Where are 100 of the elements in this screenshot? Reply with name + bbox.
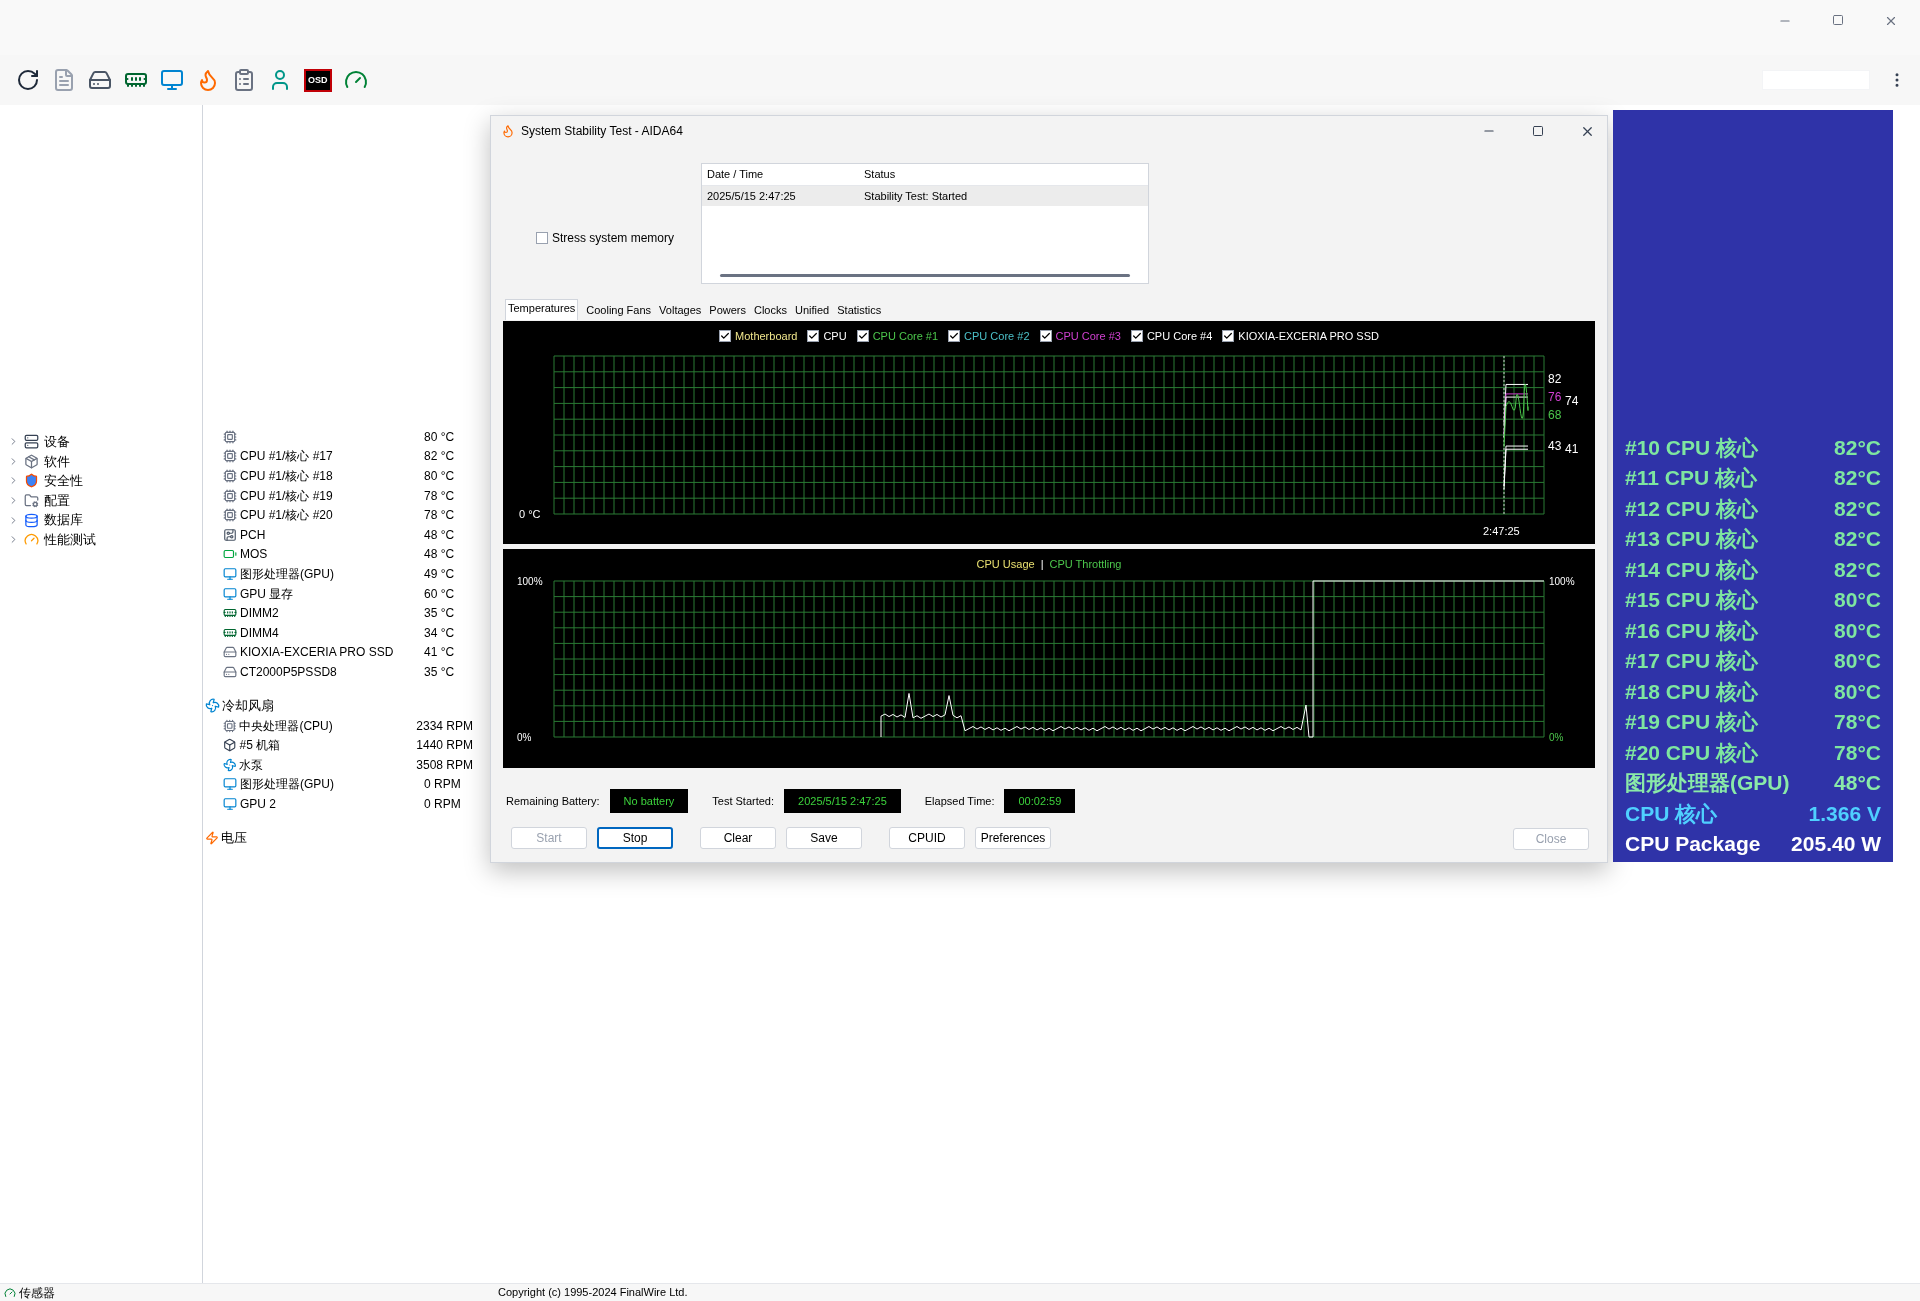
checklist-icon[interactable] (232, 68, 256, 92)
tree-item[interactable]: 性能测试 (8, 529, 202, 550)
table-cell-text: 2025/5/15 2:47:25 (706, 188, 797, 204)
tree-item[interactable]: 设备 (8, 432, 202, 452)
osd-label: #10 CPU 核心 (1625, 434, 1759, 461)
sensor-value: 0 RPM (424, 776, 461, 794)
legend-label: KIOXIA-EXCERIA PRO SSD (1238, 328, 1379, 344)
monitor-icon (223, 566, 237, 581)
osd-value: 82°C (1834, 434, 1881, 461)
sensor-name: DIMM4 (240, 624, 280, 642)
osd-value: 82°C (1834, 526, 1881, 552)
shield-icon (24, 473, 39, 489)
chip-icon (223, 527, 237, 542)
legend-label: CPU (823, 328, 847, 344)
checkbox[interactable] (1130, 330, 1143, 342)
axis-label: 100% (517, 576, 543, 587)
osd-label: #17 CPU 核心 (1625, 648, 1759, 674)
tab[interactable]: Powers (709, 301, 746, 320)
sensor-value: 1440 RPM (416, 737, 473, 755)
maximize-icon[interactable] (1832, 14, 1844, 26)
sensor-name: 中央处理器(CPU) (239, 717, 334, 735)
drive-icon (223, 645, 237, 660)
readout-field: 2025/5/15 2:47:25 (784, 789, 901, 813)
sensor-name: CPU #1/核心 #20 (240, 507, 334, 525)
tab[interactable]: Cooling Fans (586, 301, 652, 320)
dialog-button[interactable]: Stop (597, 827, 673, 849)
osd-label: CPU Package (1625, 831, 1761, 857)
checkbox[interactable] (1222, 330, 1235, 342)
sensor-value: 34 °C (424, 624, 455, 642)
chip-icon (223, 718, 237, 733)
sensor-value: 35 °C (424, 605, 455, 623)
field-label: Remaining Battery: (506, 793, 600, 809)
osd-value: 80°C (1834, 648, 1881, 674)
sensor-name: DIMM2 (240, 605, 280, 623)
dialog-button[interactable]: Save (786, 827, 862, 849)
dialog-button[interactable]: CPUID (889, 827, 965, 849)
time-label: 2:47:25 (1483, 525, 1520, 537)
field-label: Test Started: (712, 793, 775, 809)
osd-value: 1.366 V (1808, 800, 1881, 827)
checkbox[interactable] (719, 330, 732, 342)
sensor-name: 水泵 (239, 756, 265, 774)
tree-item[interactable]: 配置 (8, 490, 202, 511)
sensor-value: 2334 RPM (416, 717, 473, 735)
monitor-icon (223, 777, 237, 792)
chip-icon (223, 488, 237, 503)
tab[interactable]: Voltages (659, 301, 702, 320)
window-title: System Stability Test - AIDA64 (521, 123, 683, 140)
sensor-value: 35 °C (424, 663, 455, 681)
monitor-icon (223, 796, 237, 811)
axis-label: 0% (1549, 732, 1564, 743)
osd-button[interactable]: OSD (304, 68, 332, 92)
column-header: Date / Time (706, 167, 765, 183)
sensor-name: CPU #1/核心 #19 (240, 487, 334, 505)
osd-label: #16 CPU 核心 (1625, 617, 1759, 644)
sensor-icon (4, 1286, 16, 1299)
tab[interactable]: Clocks (754, 301, 787, 320)
monitor-icon[interactable] (160, 68, 184, 92)
dialog-button[interactable]: Clear (700, 827, 776, 849)
value-label: 76 (1548, 390, 1562, 404)
fan-icon (205, 698, 220, 714)
checkbox[interactable] (807, 330, 820, 342)
document-icon[interactable] (52, 68, 76, 92)
tab[interactable]: Unified (795, 301, 830, 320)
log-row[interactable]: 2025/5/15 2:47:25 Stability Test: Started (702, 186, 1148, 206)
osd-label: 图形处理器(GPU) (1625, 770, 1790, 796)
osd-value: 82°C (1834, 495, 1881, 522)
sensor-value: 60 °C (424, 585, 455, 603)
value-label: 43 (1548, 439, 1562, 453)
dialog-button[interactable]: Preferences (975, 827, 1051, 849)
osd-label: #18 CPU 核心 (1625, 678, 1759, 705)
axis-label: 100% (1549, 576, 1575, 587)
legend-separator: | (1040, 556, 1044, 572)
tab[interactable]: Temperatures (505, 298, 579, 320)
package-icon (24, 453, 39, 469)
chip-icon (223, 429, 237, 444)
refresh-icon[interactable] (16, 68, 40, 92)
close-icon[interactable] (1884, 14, 1898, 28)
osd-value: 205.40 W (1791, 831, 1881, 857)
table-cell-text: Stability Test: Started (863, 188, 968, 204)
legend-label: Motherboard (735, 328, 798, 344)
legend-label: CPU Core #2 (964, 328, 1030, 344)
checkbox[interactable] (856, 330, 869, 342)
sensor-value: 80 °C (424, 468, 455, 485)
checkbox[interactable] (1039, 330, 1052, 342)
osd-label: #15 CPU 核心 (1625, 587, 1759, 613)
checkbox[interactable] (948, 330, 961, 342)
tab[interactable]: Statistics (837, 301, 882, 320)
copyright-text: Copyright (c) 1995-2024 FinalWire Ltd. (498, 1285, 688, 1301)
monitor-icon (223, 586, 237, 601)
chip-icon (223, 449, 237, 464)
tree-item[interactable]: 安全性 (8, 471, 202, 491)
osd-label: #13 CPU 核心 (1625, 526, 1759, 552)
tree-item[interactable]: 数据库 (8, 510, 202, 530)
checkbox[interactable] (536, 232, 548, 244)
maximize-icon[interactable] (1532, 125, 1544, 137)
osd-label: CPU 核心 (1625, 800, 1718, 827)
folder-icon (24, 493, 39, 509)
tree-item[interactable]: 软件 (8, 451, 202, 472)
field-label: Elapsed Time: (924, 793, 995, 809)
drive-icon[interactable] (88, 68, 112, 92)
